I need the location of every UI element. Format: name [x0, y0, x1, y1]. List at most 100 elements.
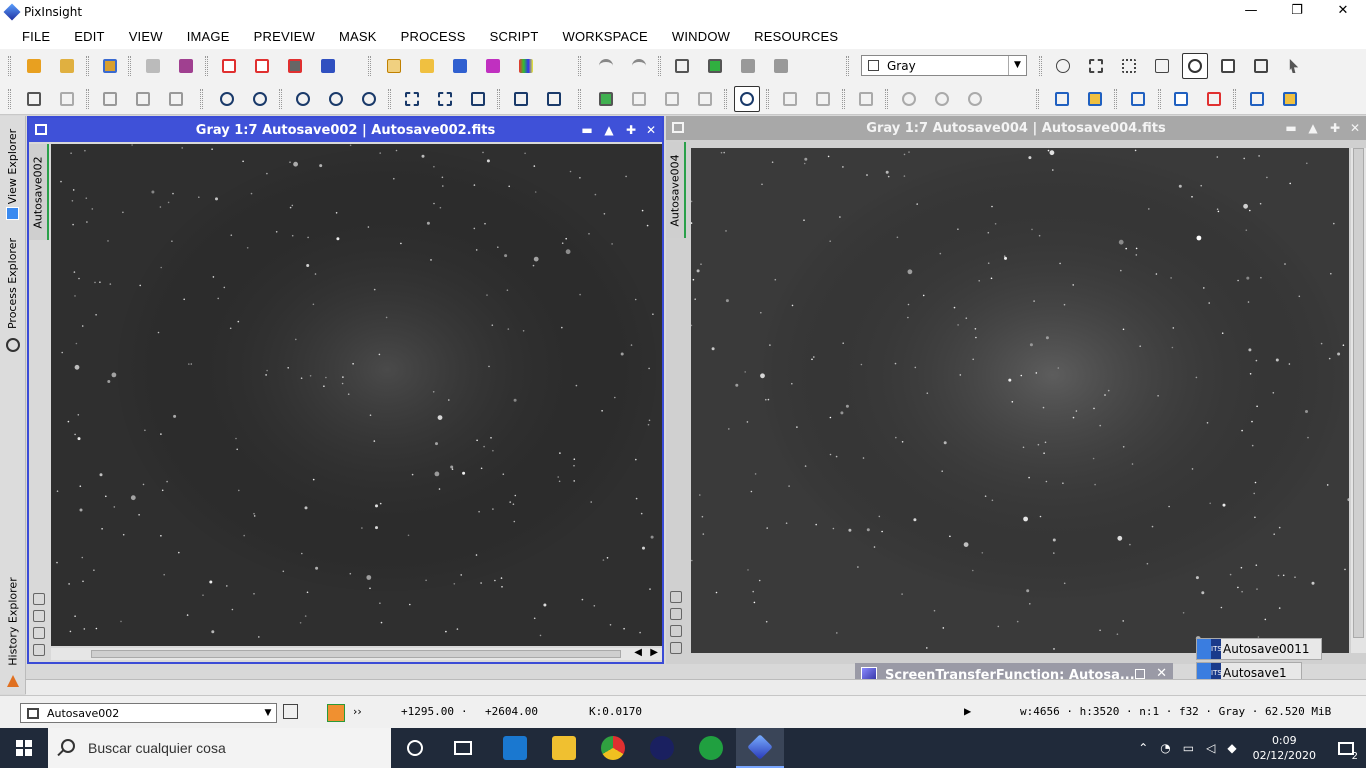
- view-explorer-tab[interactable]: View Explorer: [0, 120, 26, 212]
- history-explorer-tab[interactable]: History Explorer: [0, 571, 26, 671]
- open-folder-button[interactable]: [57, 56, 77, 76]
- volume-icon[interactable]: ◁: [1206, 741, 1215, 755]
- move-button[interactable]: ✚: [622, 121, 640, 139]
- image-canvas[interactable]: [51, 144, 662, 646]
- zoom-2-1-button[interactable]: [326, 89, 346, 109]
- copy-icon[interactable]: [33, 627, 45, 639]
- stacked-image-autosave0011[interactable]: ITS FITS Autosave0011: [1196, 638, 1322, 673]
- monitor-24bit-button[interactable]: [1085, 89, 1105, 109]
- close-button[interactable]: ✕: [1320, 0, 1366, 23]
- cortana-button[interactable]: [391, 728, 439, 768]
- maximize-button[interactable]: ▲: [600, 121, 618, 139]
- pixinsight-app[interactable]: [736, 728, 784, 768]
- zoom-in-button[interactable]: [217, 89, 237, 109]
- wifi-icon[interactable]: ◔: [1160, 741, 1170, 755]
- unshade-button[interactable]: [1135, 669, 1145, 679]
- swap-button[interactable]: [1128, 89, 1148, 109]
- menu-script[interactable]: SCRIPT: [478, 29, 551, 44]
- mask-button[interactable]: [738, 56, 758, 76]
- dropbox-icon[interactable]: ◆: [1227, 741, 1236, 755]
- instance-button-3[interactable]: [662, 89, 682, 109]
- taskbar-search[interactable]: Buscar cualquier cosa: [48, 728, 391, 768]
- upload-button[interactable]: [813, 89, 833, 109]
- fit-window-button[interactable]: [435, 89, 455, 109]
- scrollbar-thumb[interactable]: [1353, 148, 1364, 638]
- more-button[interactable]: ››: [353, 705, 362, 718]
- shade-button[interactable]: ▬: [578, 121, 596, 139]
- battery-icon[interactable]: ▭: [1183, 741, 1194, 755]
- scroll-left-icon[interactable]: ◀: [634, 647, 642, 658]
- menu-preview[interactable]: PREVIEW: [242, 29, 327, 44]
- pan-mode-button[interactable]: [1152, 56, 1172, 76]
- close-window-button[interactable]: ✕: [642, 121, 660, 139]
- view-button-2[interactable]: [57, 89, 77, 109]
- notification-center-button[interactable]: 2: [1326, 728, 1366, 768]
- menu-edit[interactable]: EDIT: [62, 29, 116, 44]
- fit-view-button[interactable]: [402, 89, 422, 109]
- zoom-out-mode-button[interactable]: [1119, 56, 1139, 76]
- menu-workspace[interactable]: WORKSPACE: [551, 29, 660, 44]
- image-window-title-bar[interactable]: Gray 1:7 Autosave004 | Autosave004.fits …: [666, 116, 1366, 140]
- rgb-image-button[interactable]: [516, 56, 536, 76]
- scrollbar-thumb[interactable]: [91, 650, 621, 658]
- dynamic-mode-button[interactable]: [1251, 56, 1271, 76]
- zoom-icon[interactable]: [33, 593, 45, 605]
- target-icon[interactable]: [670, 642, 682, 654]
- media-app[interactable]: [687, 728, 735, 768]
- view-button-3[interactable]: [100, 89, 120, 109]
- reset-view-button[interactable]: [511, 89, 531, 109]
- play-icon[interactable]: ▶: [964, 704, 971, 718]
- view-toggle-button[interactable]: [283, 704, 298, 719]
- settings-button-3[interactable]: [965, 89, 985, 109]
- mask-toggle-button[interactable]: [771, 56, 791, 76]
- file-explorer-app[interactable]: [540, 728, 588, 768]
- preview-button[interactable]: [672, 56, 692, 76]
- image-canvas[interactable]: [691, 148, 1349, 653]
- stf-button-1[interactable]: [1247, 89, 1267, 109]
- cross-icon[interactable]: [33, 610, 45, 622]
- zoom-in-mode-button[interactable]: [1086, 56, 1106, 76]
- close-others-button[interactable]: [285, 56, 305, 76]
- open-file-button[interactable]: [24, 56, 44, 76]
- image-window-autosave002[interactable]: Gray 1:7 Autosave002 | Autosave002.fits …: [27, 116, 664, 664]
- restore-button[interactable]: ❐: [1274, 0, 1320, 23]
- maximize-button[interactable]: ▲: [1304, 119, 1322, 137]
- undo-button[interactable]: [596, 56, 616, 76]
- image-id-tab[interactable]: Autosave002: [29, 144, 49, 240]
- horizontal-scrollbar[interactable]: ◀ ▶: [51, 647, 662, 660]
- monitor-button[interactable]: [1052, 89, 1072, 109]
- settings-button-1[interactable]: [899, 89, 919, 109]
- colorspace-select[interactable]: Gray ▼: [861, 55, 1027, 76]
- menu-image[interactable]: IMAGE: [175, 29, 242, 44]
- mail-app[interactable]: [491, 728, 539, 768]
- image-window-title-bar[interactable]: Gray 1:7 Autosave002 | Autosave002.fits …: [29, 118, 662, 142]
- pointer-mode-button[interactable]: [1284, 56, 1304, 76]
- move-button[interactable]: ✚: [1326, 119, 1344, 137]
- readout-mode-button[interactable]: [1053, 56, 1073, 76]
- zoom-1-1-button[interactable]: [293, 89, 313, 109]
- menu-resources[interactable]: RESOURCES: [742, 29, 850, 44]
- close-image-button[interactable]: [219, 56, 239, 76]
- view-selector[interactable]: Autosave002 ▼: [20, 703, 277, 723]
- stf-button-2[interactable]: [1280, 89, 1300, 109]
- save-button[interactable]: [143, 56, 163, 76]
- settings-button-2[interactable]: [932, 89, 952, 109]
- delete-button-1[interactable]: [1171, 89, 1191, 109]
- explore-button[interactable]: [734, 86, 760, 112]
- start-button[interactable]: [0, 728, 48, 768]
- instance-button-4[interactable]: [695, 89, 715, 109]
- open-url-button[interactable]: [100, 56, 120, 76]
- zoom-icon[interactable]: [670, 591, 682, 603]
- paste-button[interactable]: [417, 56, 437, 76]
- minimize-button[interactable]: —: [1228, 0, 1274, 23]
- vertical-scrollbar[interactable]: [1351, 148, 1366, 653]
- cross-icon[interactable]: [670, 608, 682, 620]
- menu-process[interactable]: PROCESS: [389, 29, 478, 44]
- delete-button-2[interactable]: [1204, 89, 1224, 109]
- color-sample-icon[interactable]: [327, 704, 345, 722]
- clock[interactable]: 0:09 02/12/2020: [1253, 733, 1316, 763]
- target-icon[interactable]: [33, 644, 45, 656]
- download-button[interactable]: [780, 89, 800, 109]
- fullscreen-button[interactable]: [544, 89, 564, 109]
- image-id-tab[interactable]: Autosave004: [666, 142, 686, 238]
